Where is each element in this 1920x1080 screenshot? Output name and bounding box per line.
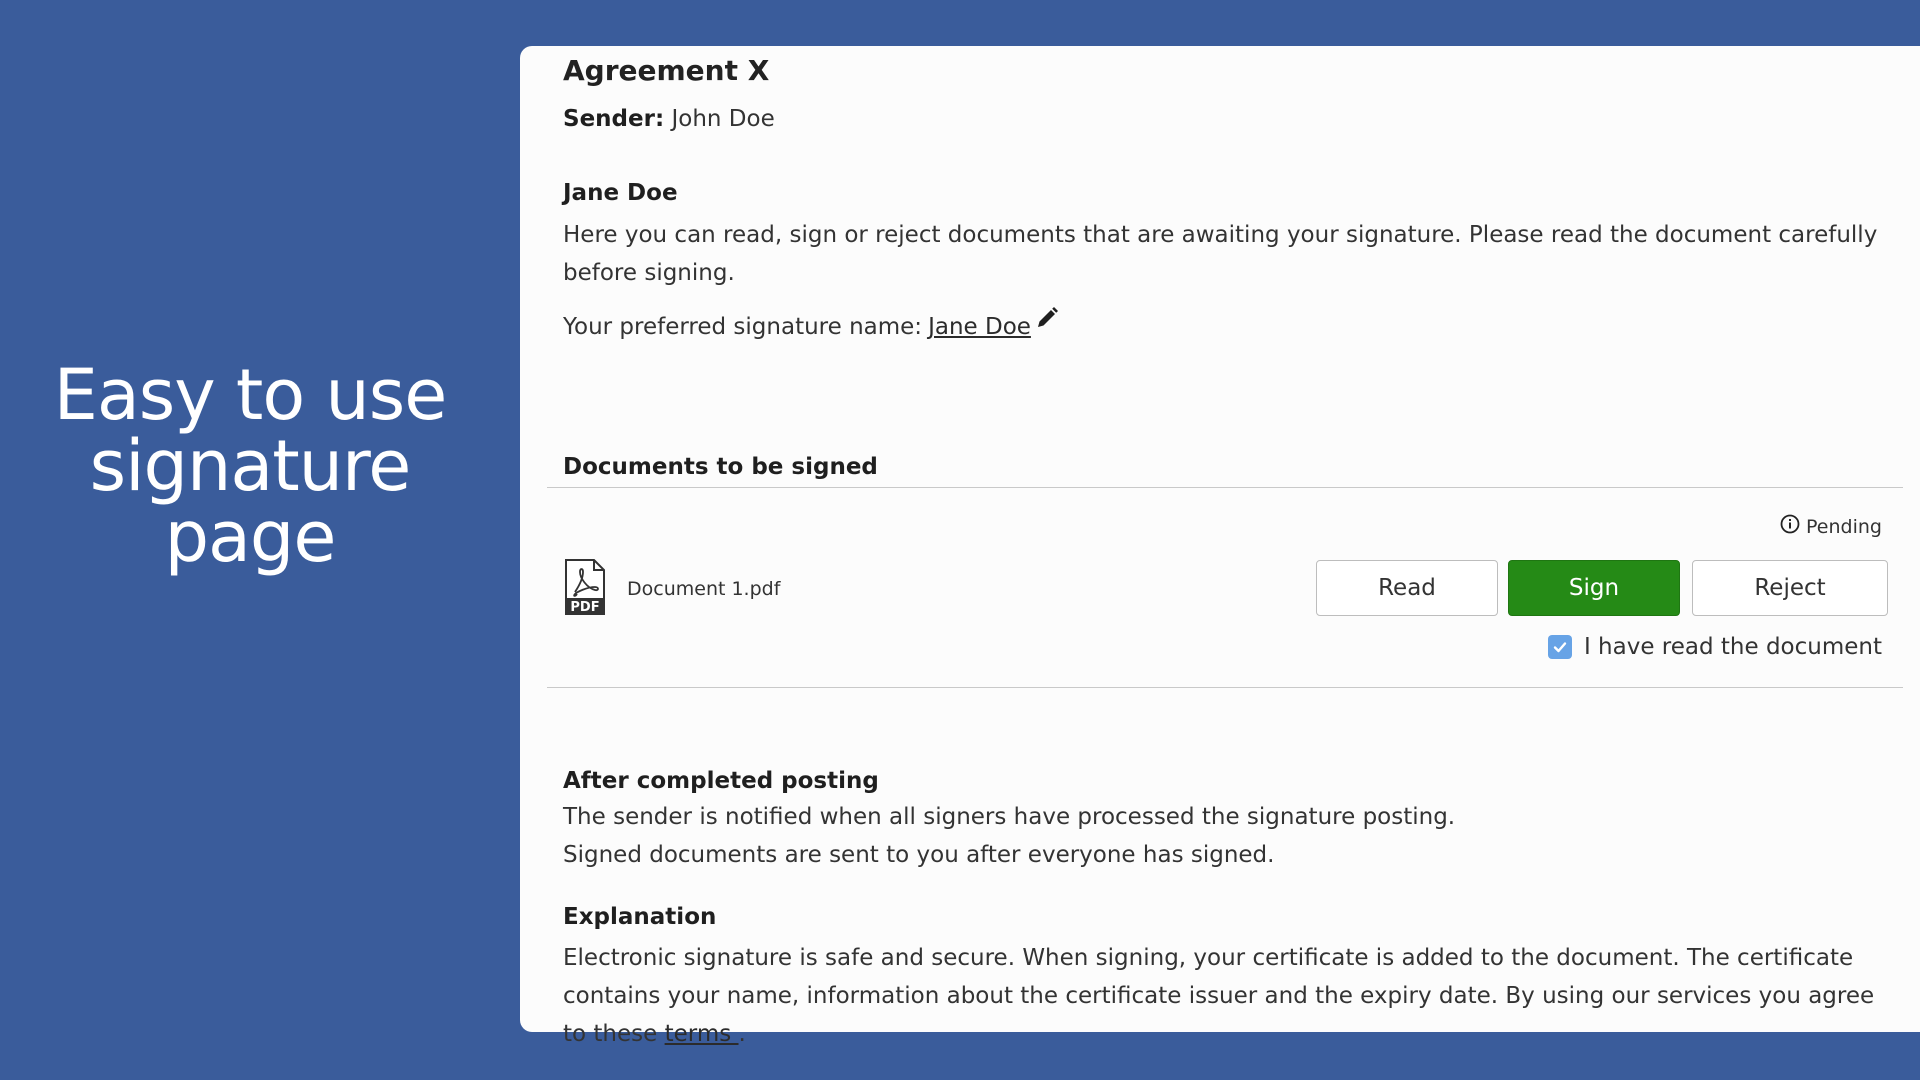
read-confirm-row: I have read the document [1547,634,1882,660]
info-icon [1780,514,1800,539]
sender-line: Sender: John Doe [563,106,775,132]
pdf-file-icon: PDF [563,558,607,620]
terms-link[interactable]: terms [665,1021,739,1047]
read-button[interactable]: Read [1316,560,1498,616]
documents-divider-top [547,487,1903,488]
agreement-title: Agreement X [563,54,770,87]
read-confirm-label[interactable]: I have read the document [1584,634,1882,660]
hero-line-3: page [164,496,337,578]
explanation-end: . [738,1021,746,1047]
preferred-signature-link[interactable]: Jane Doe [928,314,1031,340]
documents-heading: Documents to be signed [563,454,878,480]
status-badge: Pending [1780,514,1882,539]
preferred-signature-label: Your preferred signature name: [563,314,923,340]
pencil-icon[interactable] [1035,306,1059,336]
explanation-heading: Explanation [563,904,717,930]
sign-button[interactable]: Sign [1508,560,1680,616]
read-confirm-checkbox[interactable] [1547,635,1572,659]
document-row: PDF Document 1.pdf [563,558,780,620]
svg-text:PDF: PDF [570,600,599,615]
checkmark-icon [1553,642,1567,653]
reject-button[interactable]: Reject [1692,560,1888,616]
signer-name: Jane Doe [563,180,678,206]
intro-text: Here you can read, sign or reject docume… [563,222,1878,286]
document-name: Document 1.pdf [627,578,781,600]
signature-card: Agreement X Sender: John Doe Jane Doe He… [520,46,1920,1047]
status-text: Pending [1806,515,1882,538]
explanation-body: Electronic signature is safe and secure.… [563,945,1875,1047]
hero-line-1: Easy to use [53,354,448,436]
explanation-text: Electronic signature is safe and secure.… [563,939,1903,1053]
sender-label: Sender: [563,106,665,132]
sender-name: John Doe [671,106,775,132]
after-posting-line-2: Signed documents are sent to you after e… [563,842,1275,868]
page: Easy to use signature page Agreement X S… [0,0,1920,1080]
after-posting-heading: After completed posting [563,768,879,794]
hero-line-2: signature [89,425,412,507]
preferred-signature-row: Your preferred signature name: Jane Doe [563,307,1059,340]
documents-divider-bottom [547,687,1903,688]
after-posting-line-1: The sender is notified when all signers … [563,804,1456,830]
hero-text: Easy to use signature page [40,360,460,573]
